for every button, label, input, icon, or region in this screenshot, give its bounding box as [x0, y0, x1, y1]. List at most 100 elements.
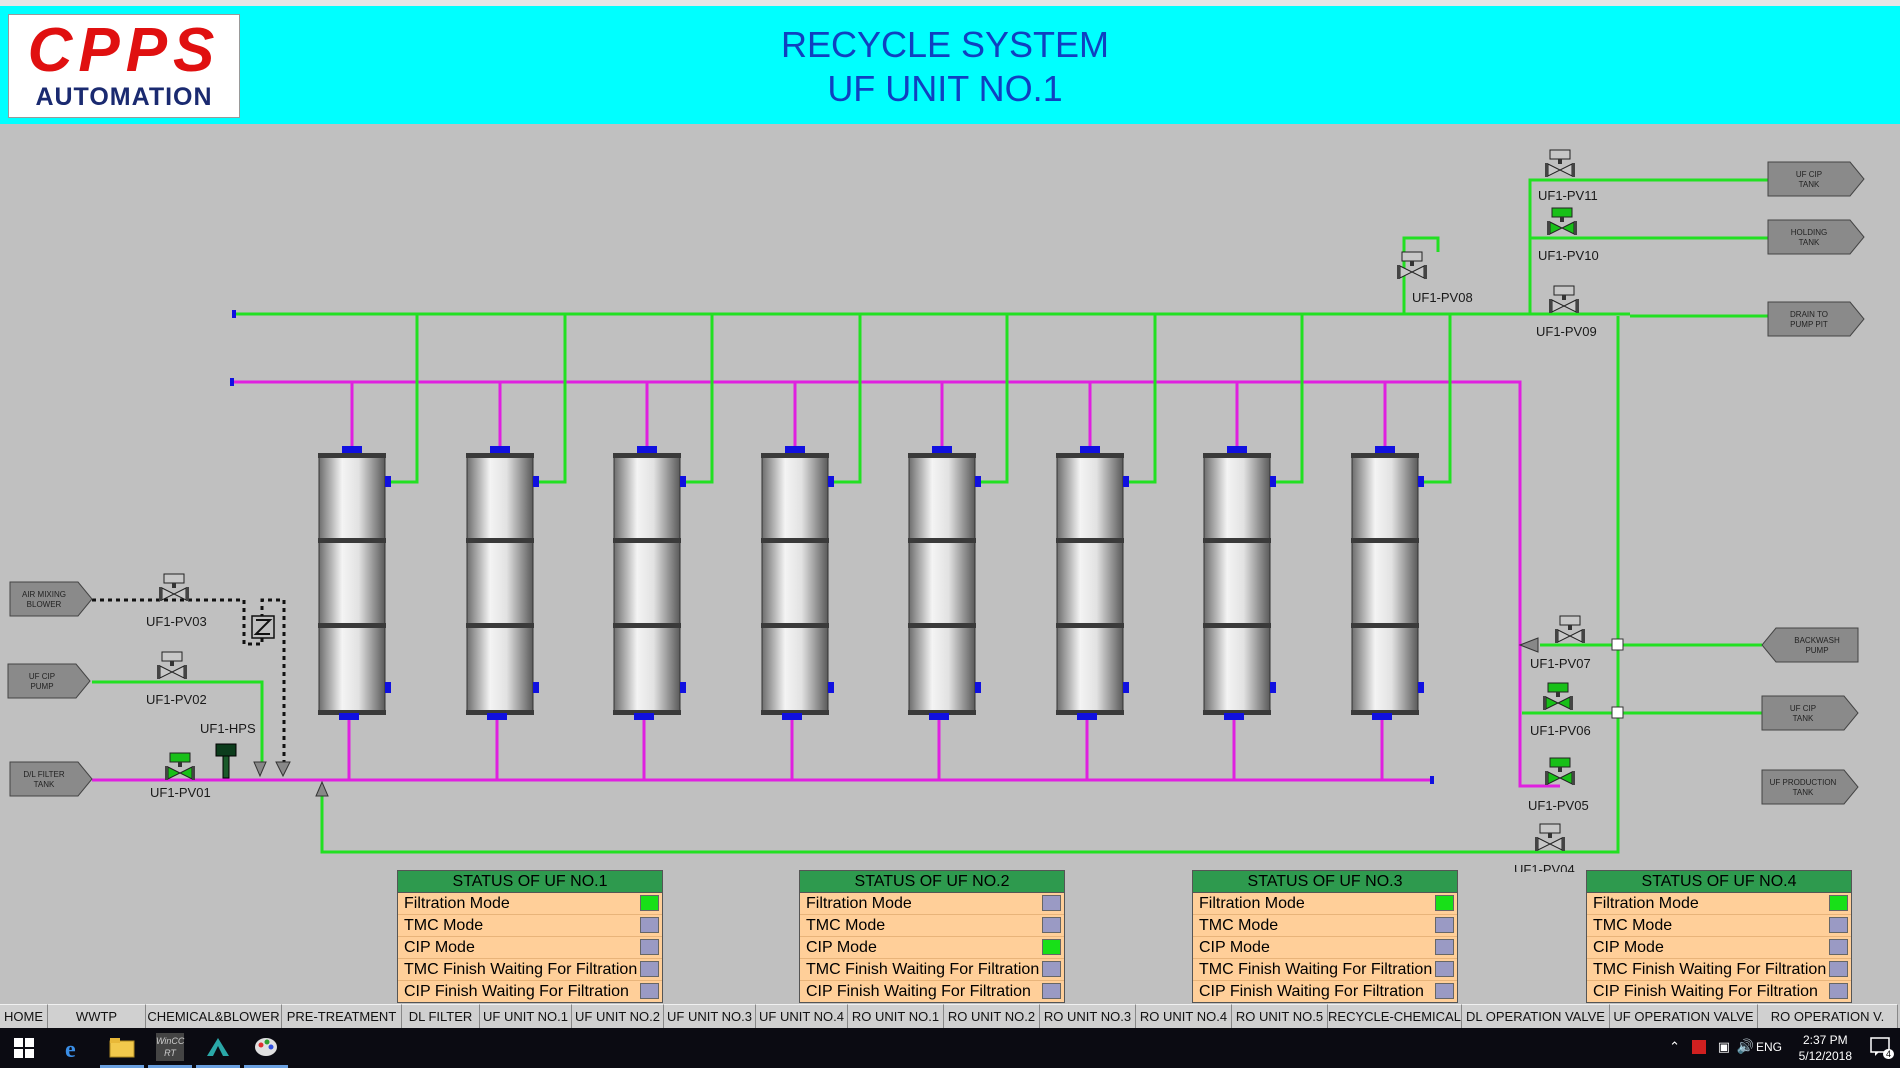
target-label-line2: BLOWER — [27, 600, 62, 609]
status-row: TMC Mode — [800, 915, 1064, 937]
nav-button-ro-unit-no-1[interactable]: RO UNIT NO.1 — [848, 1004, 944, 1028]
wincc-rt-icon[interactable]: WinCC RT — [148, 1028, 192, 1068]
status-panel-uf2: STATUS OF UF NO.2 Filtration Mode TMC Mode… — [799, 870, 1065, 1003]
status-panel-uf4: STATUS OF UF NO.4 Filtration Mode TMC Mode… — [1586, 870, 1852, 1003]
valve-uf1-pv11[interactable]: UF1-PV11 — [1538, 149, 1598, 203]
status-row: CIP Mode — [800, 937, 1064, 959]
nav-button-wwtp[interactable]: WWTP — [48, 1004, 146, 1028]
status-label: Filtration Mode — [1593, 895, 1699, 912]
status-panel-title: STATUS OF UF NO.4 — [1587, 871, 1851, 893]
destination-tag-5[interactable]: UF CIPTANK — [1761, 695, 1859, 731]
nav-button-ro-unit-no-3[interactable]: RO UNIT NO.3 — [1040, 1004, 1136, 1028]
valve-tag: UF1-PV04 — [1514, 862, 1575, 872]
status-indicator-lamp — [1042, 895, 1061, 911]
pressure-switch-hps[interactable]: UF1-HPS — [200, 721, 256, 779]
uf-module[interactable] — [318, 446, 391, 720]
valve-uf1-pv06[interactable]: UF1-PV06 — [1530, 682, 1591, 738]
source-tag-3[interactable]: D/L FILTERTANK — [9, 761, 93, 797]
target-label-line1: D/L FILTER — [23, 770, 65, 779]
valve-uf1-pv04[interactable]: UF1-PV04 — [1514, 823, 1575, 872]
status-row: CIP Finish Waiting For Filtration — [800, 981, 1064, 1002]
paint-icon[interactable] — [244, 1028, 288, 1068]
status-indicator-lamp — [1829, 895, 1848, 911]
valve-tag: UF1-PV06 — [1530, 723, 1591, 738]
nav-button-ro-unit-no-2[interactable]: RO UNIT NO.2 — [944, 1004, 1040, 1028]
status-label: TMC Mode — [404, 917, 484, 934]
target-label-line1: UF PRODUCTION — [1770, 778, 1837, 787]
target-label-line2: PUMP — [1805, 646, 1828, 655]
target-label-line1: DRAIN TO — [1790, 310, 1828, 319]
nav-button-uf-unit-no-1[interactable]: UF UNIT NO.1 — [480, 1004, 572, 1028]
uf-module[interactable] — [1203, 446, 1276, 720]
notification-center-icon[interactable]: 4 — [1870, 1037, 1894, 1059]
valve-uf1-pv08[interactable]: UF1-PV08 — [1397, 251, 1473, 305]
source-tag-1[interactable]: AIR MIXINGBLOWER — [9, 581, 93, 617]
logo-text-cpps: CPPS — [27, 16, 221, 85]
destination-tag-4[interactable]: BACKWASHPUMP — [1761, 627, 1859, 663]
valve-uf1-pv10[interactable]: UF1-PV10 — [1538, 207, 1599, 263]
destination-tag-3[interactable]: DRAIN TOPUMP PIT — [1767, 301, 1865, 337]
uf-module[interactable] — [908, 446, 981, 720]
nav-button-chemical-blower[interactable]: CHEMICAL&BLOWER — [146, 1004, 282, 1028]
uf-module[interactable] — [761, 446, 834, 720]
status-indicator-lamp — [1042, 939, 1061, 955]
status-label: Filtration Mode — [806, 895, 912, 912]
page-subtitle: UF UNIT NO.1 — [827, 68, 1063, 109]
destination-tag-2[interactable]: HOLDINGTANK — [1767, 219, 1865, 255]
nav-button-ro-operation-v-[interactable]: RO OPERATION V. — [1758, 1004, 1898, 1028]
status-row: CIP Finish Waiting For Filtration — [398, 981, 662, 1002]
hps-tag: UF1-HPS — [200, 721, 256, 736]
status-row: TMC Finish Waiting For Filtration — [800, 959, 1064, 981]
air-check-symbol — [251, 615, 275, 639]
status-indicator-lamp — [640, 961, 659, 977]
internet-explorer-icon[interactable]: e — [52, 1028, 96, 1068]
nav-button-recycle-chemical[interactable]: RECYCLE-CHEMICAL — [1328, 1004, 1462, 1028]
valve-uf1-pv02[interactable]: UF1-PV02 — [146, 651, 207, 707]
status-row: Filtration Mode — [1193, 893, 1457, 915]
target-label-line1: UF CIP — [29, 672, 55, 681]
nav-button-ro-unit-no-4[interactable]: RO UNIT NO.4 — [1136, 1004, 1232, 1028]
source-tag-2[interactable]: UF CIPPUMP — [7, 663, 91, 699]
nav-button-uf-unit-no-2[interactable]: UF UNIT NO.2 — [572, 1004, 664, 1028]
status-indicator-lamp — [1829, 917, 1848, 933]
status-label: TMC Mode — [806, 917, 886, 934]
windows-start-icon[interactable] — [2, 1028, 46, 1068]
valve-uf1-pv01[interactable]: UF1-PV01 — [150, 752, 211, 800]
volume-icon[interactable]: 🔊 — [1737, 1038, 1754, 1055]
uf-module[interactable] — [1351, 446, 1424, 720]
status-panel-title: STATUS OF UF NO.3 — [1193, 871, 1457, 893]
nav-button-ro-unit-no-5[interactable]: RO UNIT NO.5 — [1232, 1004, 1328, 1028]
nav-button-dl-filter[interactable]: DL FILTER — [402, 1004, 480, 1028]
uf-module[interactable] — [466, 446, 539, 720]
status-label: CIP Mode — [806, 939, 877, 956]
nav-button-uf-unit-no-3[interactable]: UF UNIT NO.3 — [664, 1004, 756, 1028]
uf-module[interactable] — [613, 446, 686, 720]
status-indicator-lamp — [1435, 983, 1454, 999]
company-logo: CPPS AUTOMATION — [8, 14, 240, 118]
valve-tag: UF1-PV07 — [1530, 656, 1591, 671]
tray-app-icon[interactable] — [1692, 1040, 1706, 1054]
nav-button-uf-operation-valve[interactable]: UF OPERATION VALVE — [1610, 1004, 1758, 1028]
valve-tag: UF1-PV05 — [1528, 798, 1589, 813]
destination-tag-1[interactable]: UF CIPTANK — [1767, 161, 1865, 197]
tia-portal-icon[interactable] — [196, 1028, 240, 1068]
navigation-bar: HOME WWTP CHEMICAL&BLOWER PRE-TREATMENT DL F… — [0, 1004, 1900, 1028]
clock-time: 2:37 PM — [1802, 1033, 1848, 1047]
language-indicator[interactable]: ENG — [1756, 1040, 1782, 1054]
nav-button-home[interactable]: HOME — [0, 1004, 48, 1028]
wincc-rt-label: WinCC RT — [156, 1032, 184, 1061]
tray-expand-icon[interactable]: ⌃ — [1669, 1039, 1680, 1055]
status-row: Filtration Mode — [1587, 893, 1851, 915]
uf-module[interactable] — [1056, 446, 1129, 720]
status-row: CIP Finish Waiting For Filtration — [1193, 981, 1457, 1002]
status-indicator-lamp — [1435, 939, 1454, 955]
system-clock[interactable]: 2:37 PM 5/12/2018 — [1799, 1032, 1852, 1064]
nav-button-dl-operation-valve[interactable]: DL OPERATION VALVE — [1462, 1004, 1610, 1028]
status-indicator-lamp — [1042, 917, 1061, 933]
nav-button-pre-treatment[interactable]: PRE-TREATMENT — [282, 1004, 402, 1028]
file-explorer-icon[interactable] — [100, 1028, 144, 1068]
nav-button-uf-unit-no-4[interactable]: UF UNIT NO.4 — [756, 1004, 848, 1028]
destination-tag-6[interactable]: UF PRODUCTIONTANK — [1761, 769, 1859, 805]
status-label: TMC Mode — [1593, 917, 1673, 934]
network-icon[interactable]: ▣ — [1718, 1039, 1730, 1055]
